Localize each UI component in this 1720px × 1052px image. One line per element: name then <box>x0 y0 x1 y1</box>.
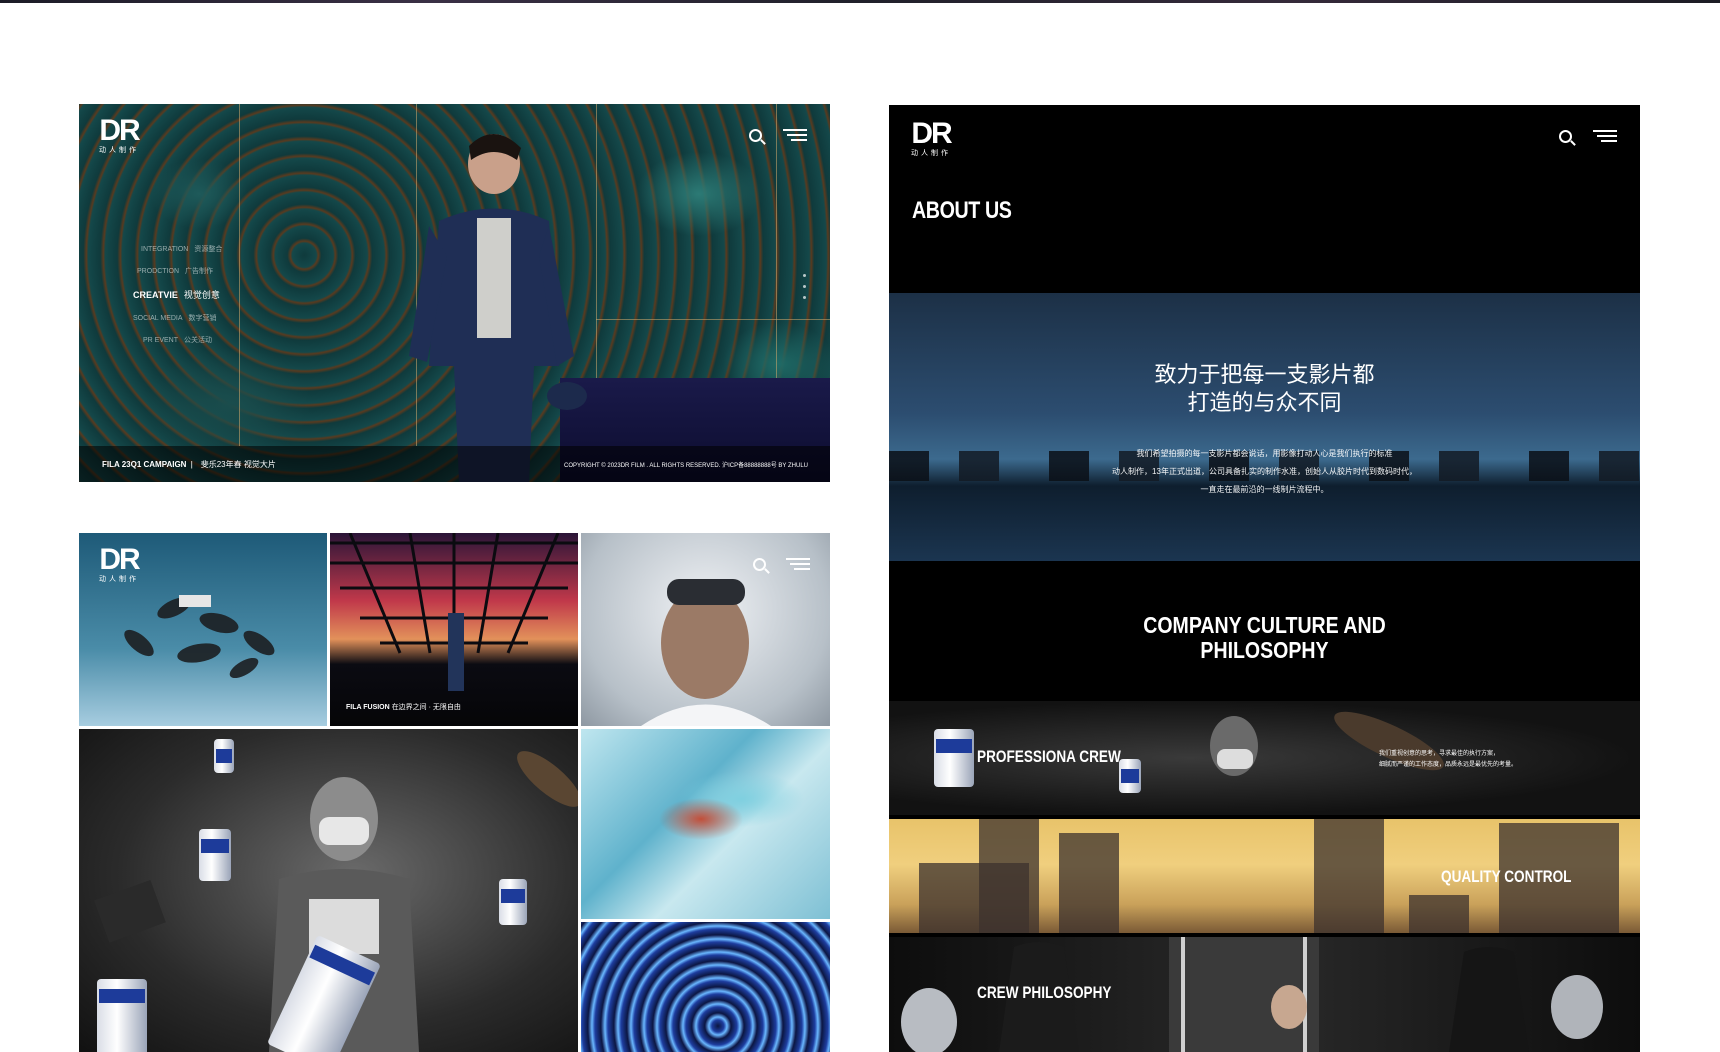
menu-item-pr-event[interactable]: PR EVENT 公关活动 <box>143 335 222 345</box>
building <box>1059 833 1119 933</box>
menu-item-social-media[interactable]: SOCIAL MEDIA 数字营销 <box>133 313 222 323</box>
grid-line <box>596 319 830 320</box>
fila-campaign-screenshot: DR 动人制作 INTEGRATION 资源整合 PRODCTION 广告制作 CR… <box>79 104 830 482</box>
search-icon[interactable] <box>749 129 762 142</box>
menu-item-integration[interactable]: INTEGRATION 资源整合 <box>141 244 222 254</box>
hamburger-menu-icon[interactable] <box>786 558 810 570</box>
about-us-screenshot: DR 动人制作 ABOUT US 致力于把每一支影片都 打造的与众不同 我们希望… <box>889 105 1640 1052</box>
search-icon[interactable] <box>1559 130 1572 143</box>
brand-logo[interactable]: DR 动人制作 <box>911 117 953 158</box>
logo-text: DR <box>99 114 140 147</box>
campaign-caption: FILA 23Q1 CAMPAIGN | 斐乐23年春 视觉大片 <box>102 460 276 469</box>
strip-label: PROFESSIONA CREW <box>977 747 1121 766</box>
hero-heading: 致力于把每一支影片都 打造的与众不同 <box>1154 362 1375 415</box>
brand-logo[interactable]: DR 动人制作 <box>99 543 141 584</box>
tile-skier-portrait[interactable] <box>581 533 830 726</box>
building <box>1314 819 1384 933</box>
beer-can <box>199 829 231 881</box>
model-figure <box>409 133 587 482</box>
tile-skydivers[interactable]: DR 动人制作 <box>79 533 327 726</box>
beer-can <box>499 879 527 925</box>
tile-fila-fusion[interactable]: FILA FUSION 在边界之间 · 无限自由 <box>330 533 578 726</box>
tile-aerial-river[interactable] <box>581 729 830 919</box>
logo-subtitle: 动人制作 <box>911 150 951 157</box>
strip-professional-crew[interactable]: PROFESSIONA CREW 我们重视创意的思考，寻求最佳的执行方案， 细腻… <box>889 701 1640 815</box>
search-icon[interactable] <box>753 558 766 571</box>
building <box>979 819 1039 933</box>
beer-can <box>97 979 147 1052</box>
building <box>1409 895 1469 933</box>
portfolio-collage: DR 动人制作 FILA FUSION 在边界之间 · 无限自由 <box>79 533 830 1052</box>
logo-subtitle: 动人制作 <box>99 147 139 154</box>
strip-description: 我们重视创意的思考，寻求最佳的执行方案， 细腻而严谨的工作态度，品质永远是最优先… <box>1379 751 1518 768</box>
service-menu: INTEGRATION 资源整合 PRODCTION 广告制作 CREATVIE 视觉… <box>123 244 222 357</box>
logo-text: DR <box>911 117 952 150</box>
hamburger-menu-icon[interactable] <box>783 129 807 141</box>
menu-item-creative[interactable]: CREATVIE 视觉创意 <box>133 288 222 301</box>
strip-crew-philosophy[interactable]: CREW PHILOSOPHY <box>889 937 1640 1052</box>
slide-indicator[interactable] <box>803 274 806 307</box>
copyright-text: COPYRIGHT © 2023DR FILM . ALL RIGHTS RES… <box>564 463 808 469</box>
light-ceiling-grid <box>330 533 578 691</box>
hero-description: 我们希望拍摄的每一支影片都会说话，用影像打动人心是我们执行的标准 动人制作，13… <box>1112 449 1417 494</box>
fila-fusion-caption: FILA FUSION 在边界之间 · 无限自由 <box>346 704 461 711</box>
strip-quality-control[interactable]: QUALITY CONTROL <box>889 819 1640 933</box>
culture-heading: COMPANY CULTURE AND PHILOSOPHY <box>1143 612 1386 663</box>
top-image-strip <box>0 0 1720 3</box>
tile-light-swirl[interactable] <box>581 922 830 1052</box>
grid-line <box>239 104 240 446</box>
strip-label: CREW PHILOSOPHY <box>977 983 1112 1002</box>
brand-logo[interactable]: DR 动人制作 <box>99 114 141 155</box>
menu-item-production[interactable]: PRODCTION 广告制作 <box>137 266 222 276</box>
beer-can <box>214 739 234 773</box>
tile-harbin-beer[interactable] <box>79 729 578 1052</box>
logo-subtitle: 动人制作 <box>99 576 139 583</box>
page-title: ABOUT US <box>912 197 1012 224</box>
hero-banner: 致力于把每一支影片都 打造的与众不同 我们希望拍摄的每一支影片都会说话，用影像打… <box>889 293 1640 561</box>
hamburger-menu-icon[interactable] <box>1593 130 1617 142</box>
logo-text: DR <box>99 543 140 576</box>
strip-label: QUALITY CONTROL <box>1441 867 1572 886</box>
